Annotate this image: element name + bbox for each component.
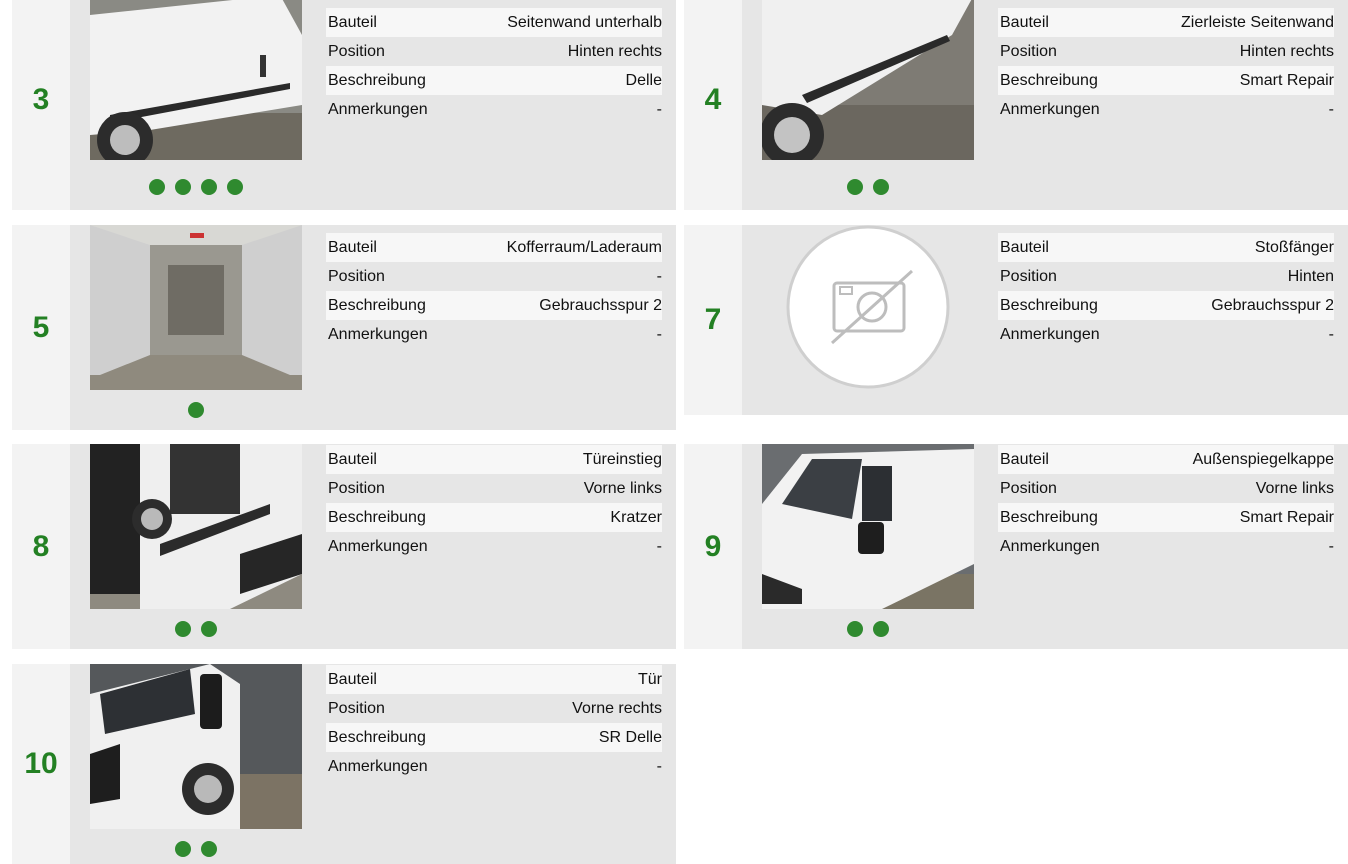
- detail-row-anmerkungen: Anmerkungen -: [328, 325, 662, 343]
- damage-details: Bauteil Türeinstieg Position Vorne links B…: [326, 445, 662, 561]
- photo-dot[interactable]: [847, 621, 863, 637]
- photo-dot[interactable]: [873, 621, 889, 637]
- detail-row-position: Position Hinten rechts: [328, 42, 662, 60]
- detail-row-beschreibung: Beschreibung Gebrauchsspur 2: [326, 291, 662, 320]
- detail-row-anmerkungen: Anmerkungen -: [1000, 537, 1334, 555]
- photo-dot[interactable]: [227, 179, 243, 195]
- damage-photo[interactable]: [90, 225, 302, 390]
- damage-card-3: 3 Bauteil Seitenwand unterhalb Position Hi…: [12, 0, 676, 210]
- detail-row-anmerkungen: Anmerkungen -: [328, 757, 662, 775]
- detail-row-position: Position Vorne links: [328, 479, 662, 497]
- detail-row-beschreibung: Beschreibung Kratzer: [326, 503, 662, 532]
- photo-dots: [90, 621, 302, 637]
- no-camera-icon: [786, 225, 950, 389]
- photo-dot[interactable]: [873, 179, 889, 195]
- detail-row-beschreibung: Beschreibung SR Delle: [326, 723, 662, 752]
- detail-row-bauteil: Bauteil Türeinstieg: [326, 445, 662, 474]
- photo-dots: [90, 179, 302, 195]
- detail-row-anmerkungen: Anmerkungen -: [328, 100, 662, 118]
- damage-details: Bauteil Seitenwand unterhalb Position Hint…: [326, 8, 662, 124]
- detail-row-bauteil: Bauteil Seitenwand unterhalb: [326, 8, 662, 37]
- detail-row-position: Position Vorne rechts: [328, 699, 662, 717]
- photo-dot[interactable]: [201, 621, 217, 637]
- damage-number: 3: [12, 0, 70, 210]
- damage-number: 5: [12, 225, 70, 430]
- photo-dot[interactable]: [175, 621, 191, 637]
- detail-row-anmerkungen: Anmerkungen -: [328, 537, 662, 555]
- photo-dot[interactable]: [201, 179, 217, 195]
- damage-details: Bauteil Außenspiegelkappe Position Vorne l…: [998, 445, 1334, 561]
- damage-photo[interactable]: [90, 0, 302, 160]
- damage-details: Bauteil Stoßfänger Position Hinten Beschre…: [998, 233, 1334, 349]
- photo-dots: [90, 402, 302, 418]
- damage-number: 10: [12, 664, 70, 864]
- damage-number: 4: [684, 0, 742, 210]
- photo-dots: [90, 841, 302, 857]
- no-photo-placeholder: [762, 225, 974, 390]
- photo-dot[interactable]: [175, 841, 191, 857]
- damage-details: Bauteil Kofferraum/Laderaum Position - Bes…: [326, 233, 662, 349]
- photo-dot[interactable]: [188, 402, 204, 418]
- damage-card-9: 9 Bauteil Außenspiegelkappe Position Vorne…: [684, 444, 1348, 649]
- detail-row-bauteil: Bauteil Kofferraum/Laderaum: [326, 233, 662, 262]
- detail-row-bauteil: Bauteil Außenspiegelkappe: [998, 445, 1334, 474]
- photo-dot[interactable]: [201, 841, 217, 857]
- damage-card-4: 4 Bauteil Zierleiste Seitenwand Position H…: [684, 0, 1348, 210]
- photo-dot[interactable]: [175, 179, 191, 195]
- detail-row-bauteil: Bauteil Stoßfänger: [998, 233, 1334, 262]
- detail-row-beschreibung: Beschreibung Delle: [326, 66, 662, 95]
- damage-photo[interactable]: [90, 444, 302, 609]
- detail-row-beschreibung: Beschreibung Smart Repair: [998, 503, 1334, 532]
- detail-row-bauteil: Bauteil Tür: [326, 665, 662, 694]
- damage-details: Bauteil Tür Position Vorne rechts Beschrei…: [326, 665, 662, 781]
- detail-row-beschreibung: Beschreibung Smart Repair: [998, 66, 1334, 95]
- photo-dot[interactable]: [149, 179, 165, 195]
- damage-number: 8: [12, 444, 70, 649]
- detail-row-anmerkungen: Anmerkungen -: [1000, 325, 1334, 343]
- damage-details: Bauteil Zierleiste Seitenwand Position Hin…: [998, 8, 1334, 124]
- detail-row-anmerkungen: Anmerkungen -: [1000, 100, 1334, 118]
- photo-dots: [762, 179, 974, 195]
- photo-dot[interactable]: [847, 179, 863, 195]
- detail-row-position: Position Hinten: [1000, 267, 1334, 285]
- damage-photo[interactable]: [762, 0, 974, 160]
- detail-row-position: Position -: [328, 267, 662, 285]
- damage-card-5: 5 Bauteil Kofferraum/Laderaum Position - B…: [12, 225, 676, 430]
- detail-row-beschreibung: Beschreibung Gebrauchsspur 2: [998, 291, 1334, 320]
- detail-row-position: Position Vorne links: [1000, 479, 1334, 497]
- damage-photo[interactable]: [90, 664, 302, 829]
- photo-dots: [762, 621, 974, 637]
- damage-card-10: 10 Bauteil Tür Position Vorne rechts Besch…: [12, 664, 676, 864]
- damage-number: 7: [684, 225, 742, 415]
- detail-row-position: Position Hinten rechts: [1000, 42, 1334, 60]
- damage-card-7: 7 Bauteil Stoßfänger Position Hinten Besch…: [684, 225, 1348, 415]
- damage-number: 9: [684, 444, 742, 649]
- damage-card-8: 8 Bauteil Türeinstieg Position Vorne links…: [12, 444, 676, 649]
- damage-photo[interactable]: [762, 444, 974, 609]
- detail-row-bauteil: Bauteil Zierleiste Seitenwand: [998, 8, 1334, 37]
